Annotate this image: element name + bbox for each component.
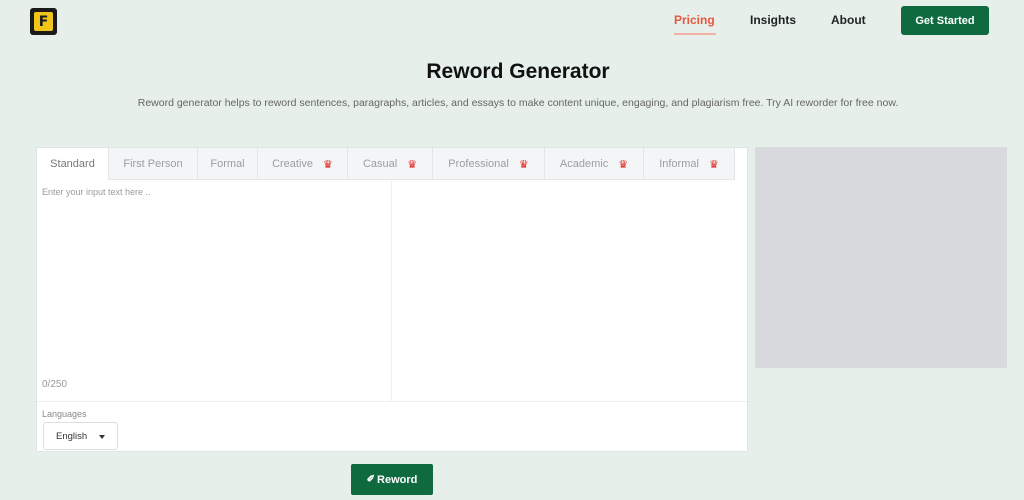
reword-tool-card: Standard First Person Formal Creative ♛ …: [36, 147, 748, 452]
tab-label: Creative: [272, 158, 314, 170]
tab-first-person[interactable]: First Person: [109, 148, 198, 180]
reword-button[interactable]: ✐ Reword: [351, 464, 433, 495]
reword-button-label: Reword: [377, 473, 418, 486]
site-logo[interactable]: F: [30, 8, 57, 35]
tab-casual[interactable]: Casual ♛: [348, 148, 433, 180]
tab-label: Academic: [559, 158, 609, 170]
top-navbar: F Pricing Insights About Get Started: [0, 0, 1024, 42]
mode-tabs: Standard First Person Formal Creative ♛ …: [37, 148, 735, 180]
tab-formal[interactable]: Formal: [198, 148, 258, 180]
nav-active-underline: [674, 33, 716, 35]
languages-label: Languages: [42, 409, 87, 419]
magic-wand-icon: ✐: [366, 474, 376, 485]
tab-professional[interactable]: Professional ♛: [433, 148, 545, 180]
tab-label: First Person: [123, 158, 183, 170]
tab-label: Formal: [210, 158, 245, 170]
input-pane: 0/250: [37, 181, 392, 401]
caret-down-icon: [99, 435, 105, 439]
tab-label: Professional: [448, 158, 509, 170]
crown-icon: ♛: [518, 158, 529, 171]
ad-placeholder: [755, 147, 1007, 368]
tab-academic[interactable]: Academic ♛: [545, 148, 644, 180]
options-bar: Languages English: [37, 401, 747, 452]
crown-icon: ♛: [708, 158, 719, 171]
page-title: Reword Generator: [426, 60, 610, 83]
get-started-button[interactable]: Get Started: [901, 6, 989, 35]
character-counter: 0/250: [42, 379, 68, 390]
page-subtitle: Reword generator helps to reword sentenc…: [137, 97, 899, 109]
input-textarea[interactable]: [37, 181, 392, 371]
tab-label: Casual: [362, 158, 398, 170]
tab-label: Standard: [50, 158, 95, 170]
nav-link-about[interactable]: About: [831, 13, 866, 27]
language-dropdown[interactable]: English: [43, 422, 118, 450]
tab-label: Informal: [659, 158, 699, 170]
tab-standard[interactable]: Standard: [37, 148, 109, 180]
nav-link-pricing[interactable]: Pricing: [674, 13, 715, 27]
tab-creative[interactable]: Creative ♛: [258, 148, 348, 180]
nav-link-insights[interactable]: Insights: [750, 13, 796, 27]
crown-icon: ♛: [407, 158, 418, 171]
output-pane: [393, 181, 747, 401]
tab-informal[interactable]: Informal ♛: [644, 148, 735, 180]
logo-icon: F: [34, 12, 53, 31]
crown-icon: ♛: [618, 158, 629, 171]
language-selected: English: [56, 430, 88, 442]
crown-icon: ♛: [323, 158, 333, 171]
